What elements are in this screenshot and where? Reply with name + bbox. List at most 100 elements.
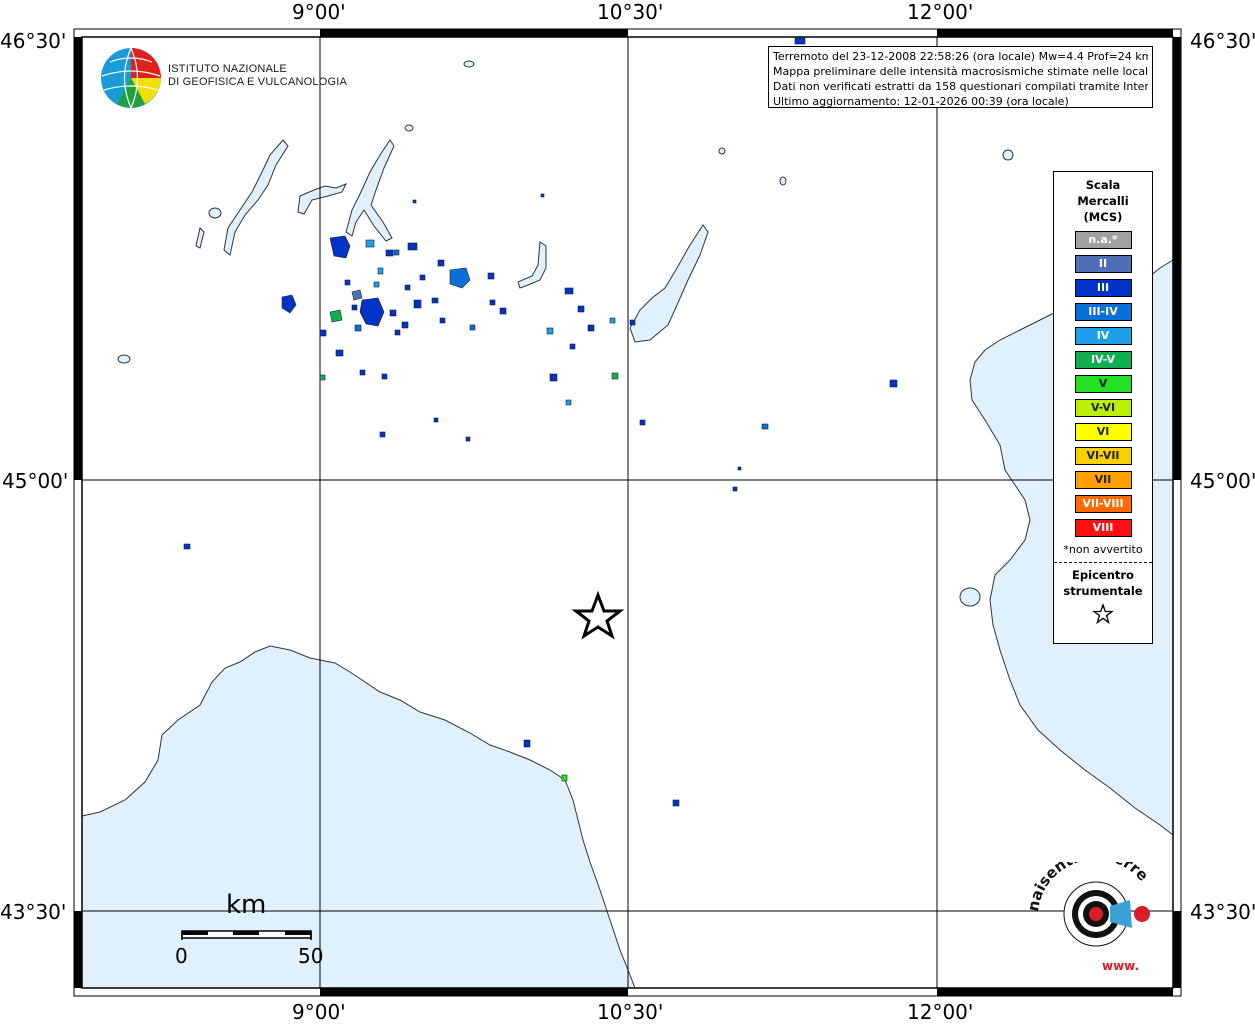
legend-divider (1054, 562, 1152, 563)
municipality (794, 37, 806, 45)
municipality (335, 349, 344, 357)
legend-swatches: n.a.* II III III-IV IV IV-V V V-VI VI VI-VII VII VI… (1054, 231, 1152, 537)
small-lake (208, 207, 222, 219)
municipality (385, 249, 394, 257)
municipality (611, 372, 619, 380)
legend-note: *non avvertito (1063, 543, 1143, 556)
longitude-label-bottom: 12°00' (907, 1000, 974, 1024)
longitude-label-top: 12°00' (907, 0, 974, 24)
legend-star-icon (1054, 603, 1152, 629)
latitude-label-right: 43°30' (1190, 900, 1255, 924)
legend-epicenter-line: Epicentro (1072, 568, 1134, 582)
municipality (419, 274, 426, 281)
municipality (412, 199, 417, 204)
municipality-iii (351, 289, 363, 301)
intensity-legend: Scala Mercalli (MCS) n.a.* II III III-IV IV I… (1053, 171, 1153, 644)
municipality (489, 299, 496, 306)
municipality (469, 324, 476, 331)
legend-swatch: II (1074, 255, 1132, 273)
small-lake (718, 147, 726, 155)
haisentito-www-text: www. (1102, 959, 1139, 973)
municipality (394, 329, 401, 336)
scale-min-label: 0 (175, 944, 188, 968)
legend-swatch: VII (1074, 471, 1132, 489)
event-info-line: Mappa preliminare delle intensità macros… (773, 65, 1148, 78)
legend-swatch: n.a.* (1074, 231, 1132, 249)
municipality (889, 379, 898, 388)
ingv-name-line1: ISTITUTO NAZIONALE (168, 63, 287, 75)
ingv-name-line2: DI GEOFISICA E VULCANOLOGIA (168, 76, 347, 88)
municipality (587, 324, 595, 332)
small-lake (463, 60, 475, 68)
municipality (439, 317, 446, 324)
municipality (319, 374, 326, 381)
municipality (569, 343, 576, 350)
legend-swatch: VIII (1074, 519, 1132, 537)
municipality (344, 279, 351, 286)
globe-icon (101, 47, 161, 109)
municipality (549, 373, 558, 382)
municipality (381, 373, 388, 380)
haisentito-logo: haisentitoilterremoto.it www. (1022, 845, 1160, 982)
legend-epicenter-line: strumentale (1063, 584, 1143, 598)
municipality (565, 399, 572, 406)
municipality (561, 774, 568, 782)
longitude-label-top: 9°00' (292, 0, 346, 24)
small-lake (117, 354, 131, 364)
small-lake (404, 124, 414, 132)
event-info-line: Terremoto del 23-12-2008 22:58:26 (ora l… (773, 50, 1148, 63)
latitude-label-left: 46°30' (0, 29, 67, 53)
municipality (389, 309, 397, 317)
municipality (629, 319, 636, 326)
legend-title-line: Scala (1085, 178, 1121, 192)
municipality (737, 466, 742, 471)
municipality (413, 299, 422, 309)
event-info-box: Terremoto del 23-12-2008 22:58:26 (ora l… (768, 46, 1153, 108)
legend-title-line: Mercalli (1077, 194, 1129, 208)
longitude-label-bottom: 10°30' (597, 1000, 664, 1024)
municipality (523, 739, 531, 748)
ingv-name: ISTITUTO NAZIONALE DI GEOFISICA E VULCAN… (168, 63, 347, 89)
legend-swatch: III (1074, 279, 1132, 297)
municipality (437, 259, 445, 267)
latitude-label-right: 46°30' (1190, 29, 1255, 53)
event-info-line: Ultimo aggiornamento: 12-01-2026 00:39 (… (773, 95, 1069, 108)
municipality (732, 486, 738, 492)
municipality (393, 249, 400, 256)
latitude-label-left: 45°00' (2, 469, 69, 493)
legend-swatch: V (1074, 375, 1132, 393)
municipality (319, 329, 327, 337)
longitude-label-top: 10°30' (597, 0, 664, 24)
municipality (401, 321, 409, 329)
latitude-label-left: 43°30' (0, 900, 67, 924)
municipality (183, 543, 191, 550)
legend-swatch: VII-VIII (1074, 495, 1132, 513)
municipality (487, 272, 495, 280)
legend-swatch: IV (1074, 327, 1132, 345)
municipality (672, 799, 680, 807)
municipality (377, 267, 384, 275)
scale-bar (181, 930, 312, 940)
longitude-label-bottom: 9°00' (292, 1000, 346, 1024)
scale-max-label: 50 (298, 944, 324, 968)
municipality (433, 417, 439, 423)
legend-swatch: VI (1074, 423, 1132, 441)
municipality (351, 304, 358, 311)
legend-swatch: VI-VII (1074, 447, 1132, 465)
legend-title-line: (MCS) (1083, 210, 1123, 224)
small-lake (959, 587, 981, 607)
municipality (373, 281, 380, 288)
municipality (540, 193, 545, 198)
event-info-line: Dati non verificati estratti da 158 ques… (773, 80, 1148, 93)
legend-swatch: III-IV (1074, 303, 1132, 321)
scale-unit-label: km (226, 890, 267, 920)
legend-title: Scala Mercalli (MCS) (1054, 177, 1152, 225)
municipality (546, 327, 554, 335)
municipality (564, 287, 574, 295)
municipality (354, 324, 362, 332)
municipality (639, 419, 646, 426)
municipality (761, 423, 769, 430)
municipality-iii (329, 309, 343, 323)
municipality (365, 239, 375, 248)
municipality (609, 317, 616, 324)
